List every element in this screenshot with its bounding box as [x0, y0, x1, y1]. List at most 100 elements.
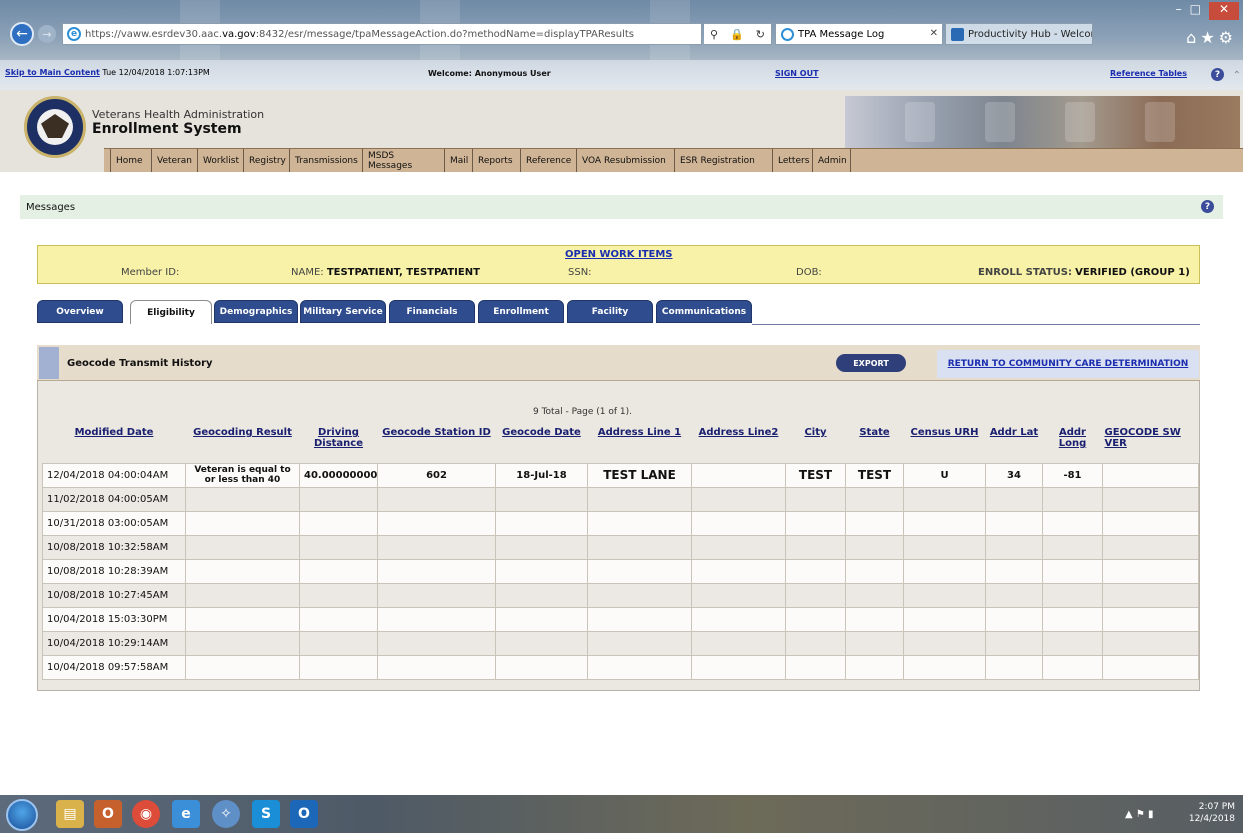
col-address-line-1[interactable]: Address Line 1: [587, 425, 692, 463]
nav-mail[interactable]: Mail: [445, 149, 473, 172]
cell-address-line-1: [587, 606, 692, 632]
nav-home[interactable]: Home: [110, 149, 152, 172]
tab-communications[interactable]: Communications: [656, 300, 752, 323]
cell-census-urh: [903, 654, 986, 680]
internet-explorer-icon[interactable]: e: [172, 800, 200, 828]
panel-marker: [39, 347, 59, 379]
tab-overview[interactable]: Overview: [37, 300, 123, 323]
lock-icon[interactable]: 🔒: [730, 28, 744, 41]
open-work-items-link[interactable]: OPEN WORK ITEMS: [565, 249, 673, 260]
col-state[interactable]: State: [845, 425, 904, 463]
nav-reference[interactable]: Reference: [521, 149, 577, 172]
file-explorer-icon[interactable]: ▤: [56, 800, 84, 828]
cell-city: [785, 630, 846, 656]
forward-arrow-icon[interactable]: →: [38, 25, 56, 43]
nav-msds-messages[interactable]: MSDS Messages: [363, 149, 445, 172]
col-addr-lat[interactable]: Addr Lat: [985, 425, 1043, 463]
nav-voa-resubmission[interactable]: VOA Resubmission: [577, 149, 675, 172]
chrome-icon[interactable]: ◉: [132, 800, 160, 828]
col-addr-long[interactable]: Addr Long: [1042, 425, 1103, 463]
table-row: 10/31/2018 03:00:05AM: [42, 510, 1199, 536]
col-driving-distance[interactable]: Driving Distance: [299, 425, 378, 463]
cell-modified-date: 10/04/2018 09:57:58AM: [42, 654, 186, 680]
nav-admin[interactable]: Admin: [813, 149, 851, 172]
col-city[interactable]: City: [785, 425, 846, 463]
network-icon[interactable]: ✧: [212, 800, 240, 828]
refresh-icon[interactable]: ↻: [756, 28, 765, 41]
table-row: 12/04/2018 04:00:04AM Veteran is equal to…: [42, 462, 1199, 488]
back-arrow-icon[interactable]: ←: [10, 22, 34, 46]
skip-to-main-link[interactable]: Skip to Main Content: [5, 68, 100, 77]
cell-sw-ver: [1102, 630, 1199, 656]
col-address-line-2[interactable]: Address Line2: [691, 425, 786, 463]
start-button-icon[interactable]: [6, 799, 38, 831]
cell-station-id: [377, 630, 496, 656]
messages-header: Messages: [20, 195, 1223, 219]
browser-tab-productivity[interactable]: Productivity Hub - Welcome to...: [945, 23, 1093, 45]
nav-worklist[interactable]: Worklist: [198, 149, 244, 172]
col-geocode-sw-ver[interactable]: GEOCODE SW VER: [1102, 425, 1199, 463]
clock[interactable]: 2:07 PM 12/4/2018: [1189, 801, 1235, 825]
browser-tab-tpa[interactable]: TPA Message Log ✕: [775, 23, 943, 45]
nav-esr-registration[interactable]: ESR Registration: [675, 149, 773, 172]
favorites-star-icon[interactable]: ★: [1200, 28, 1218, 47]
flag-icon[interactable]: ⚑: [1136, 809, 1145, 820]
help-icon[interactable]: ?: [1211, 68, 1224, 81]
tab-eligibility[interactable]: Eligibility: [130, 300, 212, 324]
close-tab-icon[interactable]: ✕: [930, 28, 938, 39]
sign-out-link[interactable]: SIGN OUT: [775, 69, 819, 78]
nav-transmissions[interactable]: Transmissions: [290, 149, 363, 172]
cell-geocoding-result: Veteran is equal to or less than 40: [185, 462, 300, 488]
cell-geocode-date: [495, 534, 588, 560]
office-icon[interactable]: O: [94, 800, 122, 828]
nav-reports[interactable]: Reports: [473, 149, 521, 172]
nav-registry[interactable]: Registry: [244, 149, 290, 172]
close-window-icon[interactable]: ✕: [1208, 2, 1239, 20]
header-photo-banner: [845, 96, 1240, 148]
tab-military-service[interactable]: Military Service: [300, 300, 386, 323]
cell-addr-lat: [985, 582, 1043, 608]
help-icon[interactable]: ?: [1201, 200, 1214, 213]
address-bar[interactable]: e https://vaww.esrdev30.aac. va.gov:8432/…: [62, 23, 702, 45]
nav-letters[interactable]: Letters: [773, 149, 813, 172]
col-modified-date[interactable]: Modified Date: [42, 425, 186, 463]
cell-driving-distance: [299, 582, 378, 608]
pagination-text: 9 Total - Page (1 of 1).: [533, 407, 632, 417]
tab-financials[interactable]: Financials: [389, 300, 475, 323]
table-row: 10/04/2018 09:57:58AM: [42, 654, 1199, 680]
search-icon[interactable]: ⚲: [710, 28, 718, 41]
nav-veteran[interactable]: Veteran: [152, 149, 198, 172]
reference-tables-link[interactable]: Reference Tables: [1110, 69, 1187, 78]
cell-sw-ver: [1102, 534, 1199, 560]
signal-icon[interactable]: ▮: [1148, 809, 1154, 820]
tab-enrollment[interactable]: Enrollment: [478, 300, 564, 323]
tab-facility[interactable]: Facility: [567, 300, 653, 323]
cell-addr-long: [1042, 606, 1103, 632]
col-geocoding-result[interactable]: Geocoding Result: [185, 425, 300, 463]
cell-geocoding-result: [185, 654, 300, 680]
tray-expand-icon[interactable]: ▲: [1125, 809, 1133, 820]
cell-state: [845, 558, 904, 584]
session-datetime: Tue 12/04/2018 1:07:13PM: [102, 68, 210, 77]
ie-page-icon: e: [67, 27, 81, 41]
name-label: NAME:: [291, 267, 324, 278]
scroll-up-arrow-icon[interactable]: ⌃: [1233, 70, 1241, 81]
return-to-ccd-link[interactable]: RETURN TO COMMUNITY CARE DETERMINATION: [937, 350, 1199, 378]
maximize-icon[interactable]: □: [1190, 2, 1201, 20]
home-icon[interactable]: ⌂: [1186, 28, 1200, 47]
export-button[interactable]: EXPORT: [836, 354, 906, 372]
col-census-urh[interactable]: Census URH: [903, 425, 986, 463]
skype-icon[interactable]: S: [252, 800, 280, 828]
cell-addr-lat: [985, 654, 1043, 680]
gear-icon[interactable]: ⚙: [1219, 28, 1237, 47]
tab-demographics[interactable]: Demographics: [214, 300, 298, 323]
cell-station-id: [377, 486, 496, 512]
minimize-icon[interactable]: –: [1176, 2, 1182, 20]
cell-geocode-date: [495, 582, 588, 608]
col-geocode-station-id[interactable]: Geocode Station ID: [377, 425, 496, 463]
cell-driving-distance: [299, 606, 378, 632]
va-seal-logo: [24, 96, 86, 158]
col-geocode-date[interactable]: Geocode Date: [495, 425, 588, 463]
cell-addr-long: [1042, 582, 1103, 608]
outlook-icon[interactable]: O: [290, 800, 318, 828]
